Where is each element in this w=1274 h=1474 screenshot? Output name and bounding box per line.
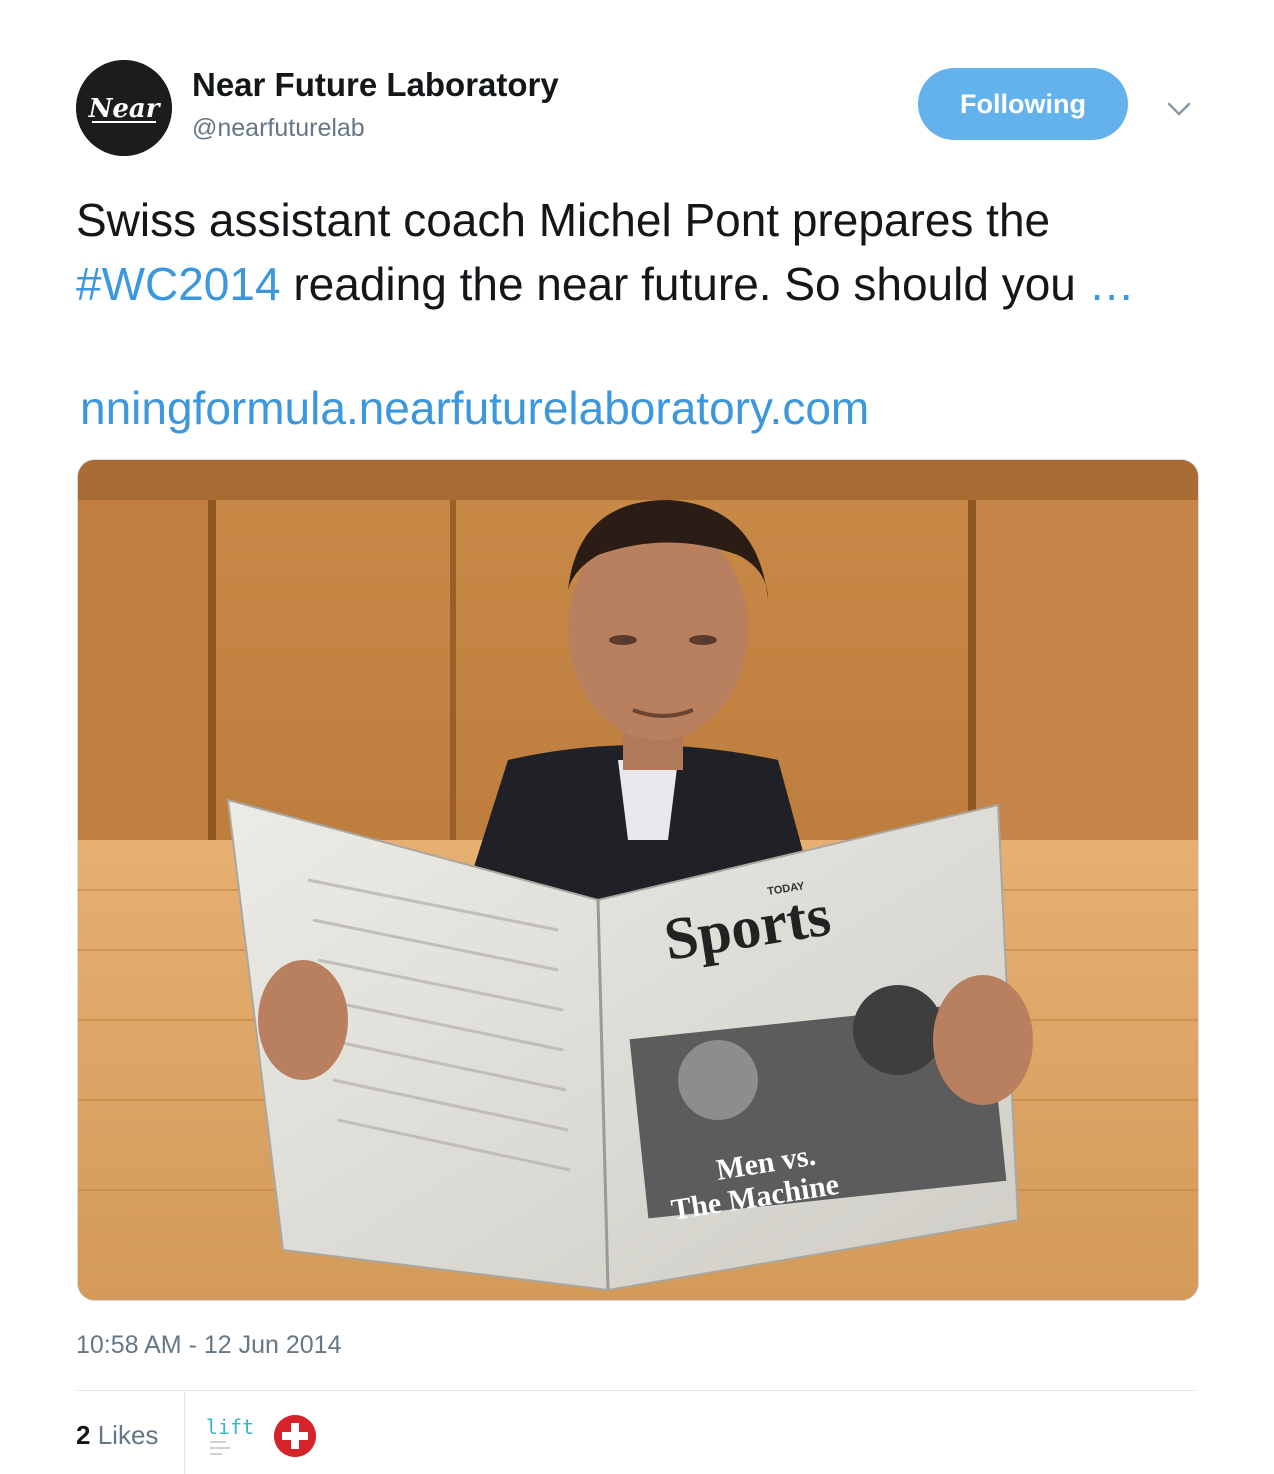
avatar-logo-text: Near xyxy=(88,94,162,124)
photo-image: Sports TODAY Men vs. The Machine xyxy=(78,460,1198,1300)
tweet-photo[interactable]: Sports TODAY Men vs. The Machine xyxy=(77,459,1199,1301)
liker-avatar-swiss[interactable] xyxy=(274,1415,316,1457)
author-name[interactable]: Near Future Laboratory xyxy=(192,66,559,104)
tweet-url-link[interactable]: nningformula.nearfuturelaboratory.com xyxy=(80,378,869,438)
following-button[interactable]: Following xyxy=(918,68,1128,140)
tweet-text: Swiss assistant coach Michel Pont prepar… xyxy=(76,188,1206,316)
divider xyxy=(76,1390,1196,1391)
lift-logo-icon: lift xyxy=(200,1412,260,1464)
likes-label: Likes xyxy=(97,1420,159,1450)
likes-number: 2 xyxy=(76,1420,91,1450)
likes-count[interactable]: 2 Likes xyxy=(76,1420,158,1451)
ellipsis-link[interactable]: … xyxy=(1089,258,1135,310)
tweet: Near Near Future Laboratory @nearfuturel… xyxy=(0,0,1274,1474)
tweet-menu-button[interactable] xyxy=(1164,94,1194,124)
liker-avatar-lift[interactable]: lift xyxy=(200,1412,260,1464)
near-logo-icon: Near xyxy=(76,60,172,156)
tweet-text-part: Swiss assistant coach Michel Pont prepar… xyxy=(76,194,1051,246)
likes-separator xyxy=(184,1392,185,1474)
hashtag-link[interactable]: #WC2014 xyxy=(76,258,281,310)
lift-logo-text: lift xyxy=(206,1415,254,1439)
tweet-timestamp[interactable]: 10:58 AM - 12 Jun 2014 xyxy=(76,1331,341,1360)
author-avatar[interactable]: Near xyxy=(76,60,172,156)
swiss-cross-icon xyxy=(274,1415,316,1457)
chevron-down-icon xyxy=(1167,102,1191,116)
tweet-text-part: reading the near future. So should you xyxy=(280,258,1089,310)
author-handle[interactable]: @nearfuturelab xyxy=(192,114,365,143)
